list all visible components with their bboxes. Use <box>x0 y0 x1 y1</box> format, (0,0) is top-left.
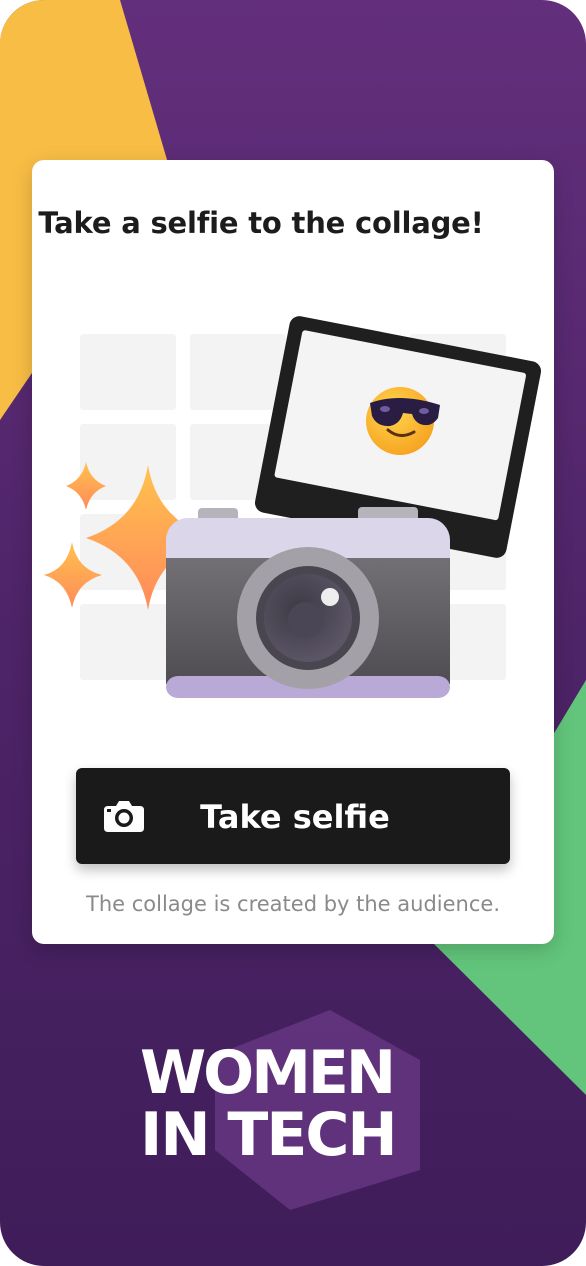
card-title: Take a selfie to the collage! <box>38 206 484 240</box>
take-selfie-label: Take selfie <box>200 798 390 836</box>
collage-footnote: The collage is created by the audience. <box>86 892 500 916</box>
logo-line-2: IN TECH <box>140 1100 398 1170</box>
take-selfie-button[interactable]: Take selfie <box>76 768 510 864</box>
app-screen: Take a selfie to the collage! Take selfi… <box>0 0 586 1266</box>
logo-line-1: WOMEN <box>140 1038 396 1108</box>
women-in-tech-logo: WOMEN IN TECH <box>140 1042 450 1166</box>
